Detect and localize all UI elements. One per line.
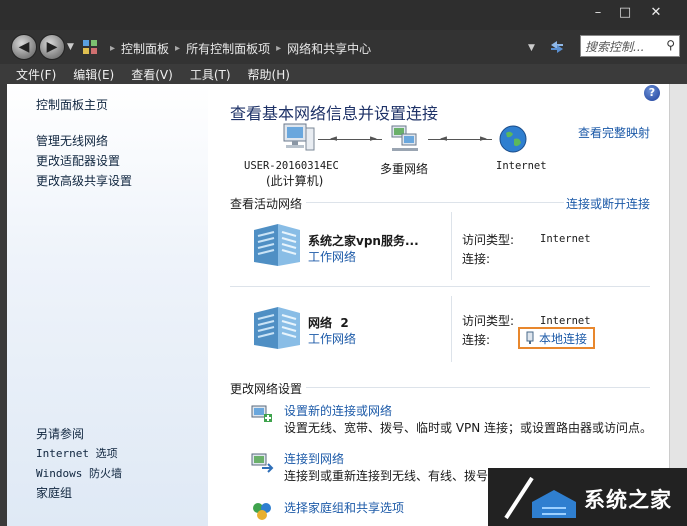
sidebar-link-internet-options[interactable]: Internet 选项	[36, 445, 118, 461]
local-connection-link[interactable]: 本地连接	[539, 330, 587, 347]
network-1-connection-label: 连接:	[462, 252, 491, 266]
address-dropdown[interactable]: ▼	[528, 43, 535, 53]
page-title: 查看基本网络信息并设置连接	[230, 104, 439, 123]
network-1-access-value: Internet	[540, 233, 591, 245]
sidebar-link-homegroup[interactable]: 家庭组	[36, 484, 72, 501]
task-connect-network-desc: 连接到或重新连接到无线、有线、拨号	[284, 469, 489, 483]
map-arrow: ►	[480, 134, 487, 144]
watermark-logo	[504, 476, 576, 520]
network-divider	[451, 212, 452, 280]
task-connect-network-link[interactable]: 连接到网络	[284, 450, 344, 467]
active-networks-heading: 查看活动网络	[230, 197, 303, 211]
breadcrumb-separator: ▸	[110, 42, 116, 54]
task-new-connection-link[interactable]: 设置新的连接或网络	[284, 402, 392, 419]
connect-network-icon	[251, 453, 274, 473]
vertical-scrollbar[interactable]	[669, 84, 687, 526]
change-settings-heading: 更改网络设置	[230, 382, 303, 396]
connect-disconnect-link[interactable]: 连接或断开连接	[566, 195, 650, 212]
network-2-type-link[interactable]: 工作网络	[308, 330, 356, 347]
internet-label: Internet	[496, 160, 547, 172]
computer-note: (此计算机)	[266, 174, 324, 188]
network-2-access-value: Internet	[540, 315, 591, 327]
homegroup-icon	[253, 503, 271, 520]
network-building-icon	[254, 224, 300, 266]
menu-view[interactable]: 查看(V)	[131, 66, 173, 83]
multiple-networks-icon	[391, 125, 418, 151]
internet-globe-icon	[499, 125, 527, 153]
menu-bar: 文件(F) 编辑(E) 查看(V) 工具(T) 帮助(H)	[0, 64, 687, 84]
network-2-access-label: 访问类型:	[462, 314, 515, 328]
back-button[interactable]: ◀	[11, 34, 37, 60]
breadcrumb: ▸ 控制面板 ▸ 所有控制面板项 ▸ 网络和共享中心	[104, 39, 371, 57]
breadcrumb-all-items[interactable]: 所有控制面板项	[186, 40, 270, 57]
control-panel-icon	[83, 40, 97, 54]
network-adapter-icon	[526, 331, 534, 344]
search-placeholder: 搜索控制...	[585, 40, 645, 54]
maximize-button[interactable]: □	[612, 4, 638, 22]
see-also-heading: 另请参阅	[36, 427, 85, 441]
title-bar: – □ ✕	[0, 0, 687, 30]
search-icon[interactable]: ⚲	[666, 38, 675, 52]
sidebar-link-manage-wireless[interactable]: 管理无线网络	[36, 132, 108, 149]
sidebar: 控制面板主页 管理无线网络 更改适配器设置 更改高级共享设置 另请参阅 Inte…	[7, 84, 208, 526]
close-button[interactable]: ✕	[643, 4, 669, 22]
network-2-connection-label: 连接:	[462, 333, 491, 347]
search-input[interactable]: 搜索控制... ⚲	[580, 35, 680, 57]
multiple-networks-label: 多重网络	[380, 162, 429, 176]
task-homegroup-link[interactable]: 选择家庭组和共享选项	[284, 499, 404, 516]
map-arrow: ◄	[330, 134, 337, 144]
map-arrow: ►	[370, 134, 377, 144]
computer-icon	[283, 123, 315, 151]
task-new-connection-desc: 设置无线、宽带、拨号、临时或 VPN 连接；或设置路由器或访问点。	[284, 421, 653, 435]
breadcrumb-network-center[interactable]: 网络和共享中心	[287, 40, 371, 57]
view-full-map-link[interactable]: 查看完整映射	[578, 124, 650, 141]
computer-name: USER-20160314EC	[244, 160, 339, 172]
network-2-name: 网络 2	[308, 316, 349, 330]
navigation-bar: ◀ ▶ ▼ ▸ 控制面板 ▸ 所有控制面板项 ▸ 网络和共享中心 ▼ 搜索控制.…	[0, 30, 687, 64]
refresh-icon[interactable]	[547, 37, 567, 57]
recent-pages-dropdown[interactable]: ▼	[67, 42, 74, 52]
network-divider	[451, 296, 452, 362]
menu-tools[interactable]: 工具(T)	[190, 66, 231, 83]
network-1-type-link[interactable]: 工作网络	[308, 248, 356, 265]
menu-file[interactable]: 文件(F)	[16, 66, 56, 83]
sidebar-link-firewall[interactable]: Windows 防火墙	[36, 465, 122, 481]
section-divider	[306, 202, 564, 203]
network-1-access-label: 访问类型:	[462, 233, 515, 247]
sidebar-home-link[interactable]: 控制面板主页	[36, 96, 108, 113]
breadcrumb-separator[interactable]: ▸	[175, 43, 180, 54]
map-arrow: ◄	[440, 134, 447, 144]
new-connection-icon	[251, 405, 272, 422]
breadcrumb-separator[interactable]: ▸	[276, 43, 281, 54]
sidebar-link-adapter-settings[interactable]: 更改适配器设置	[36, 152, 120, 169]
watermark-text: 系统之家	[584, 488, 672, 512]
menu-edit[interactable]: 编辑(E)	[73, 66, 114, 83]
network-row-divider	[230, 286, 650, 287]
menu-help[interactable]: 帮助(H)	[248, 66, 290, 83]
help-icon[interactable]: ?	[644, 85, 660, 101]
network-1-name: 系统之家vpn服务...	[308, 234, 419, 248]
forward-button[interactable]: ▶	[39, 34, 65, 60]
sidebar-link-advanced-sharing[interactable]: 更改高级共享设置	[36, 172, 132, 189]
minimize-button[interactable]: –	[585, 4, 611, 22]
breadcrumb-control-panel[interactable]: 控制面板	[121, 40, 169, 57]
section-divider	[306, 387, 650, 388]
network-building-icon	[254, 307, 300, 349]
